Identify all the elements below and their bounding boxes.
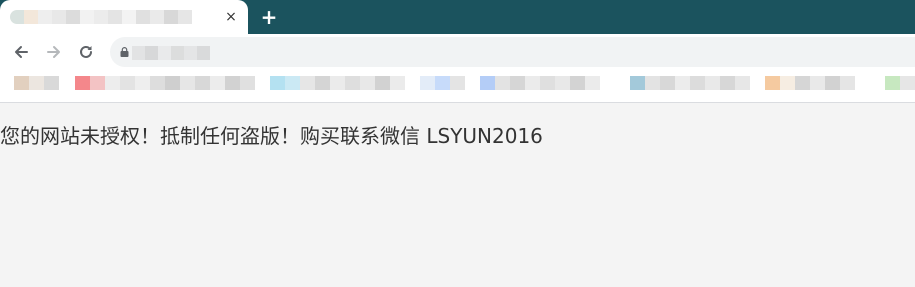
close-icon: × (225, 9, 237, 25)
bookmark-item[interactable] (270, 76, 405, 90)
bookmark-item[interactable] (75, 76, 255, 90)
url-redacted (132, 46, 210, 60)
reload-icon (80, 45, 92, 58)
browser-toolbar (0, 34, 915, 70)
unauthorized-message: 您的网站未授权！抵制任何盗版！购买联系微信 LSYUN2016 (0, 124, 543, 148)
address-bar[interactable] (110, 37, 915, 67)
tab-strip: × + (0, 0, 915, 34)
plus-icon: + (260, 5, 278, 29)
bookmark-item[interactable] (14, 76, 59, 90)
browser-window: × + 您的网站未授权！抵制任何盗版！购买联系微信 LSYUN2016 (0, 0, 915, 287)
lock-icon (120, 47, 129, 57)
reload-button[interactable] (74, 40, 98, 64)
forward-button[interactable] (42, 40, 66, 64)
bookmark-item[interactable] (885, 76, 915, 90)
bookmark-item[interactable] (480, 76, 600, 90)
back-button[interactable] (9, 40, 33, 64)
new-tab-button[interactable]: + (258, 5, 280, 29)
bookmark-item[interactable] (420, 76, 465, 90)
tab-close-button[interactable]: × (220, 6, 242, 28)
arrow-left-icon (15, 46, 28, 58)
active-tab[interactable]: × (0, 0, 248, 34)
bookmark-item[interactable] (765, 76, 855, 90)
page-content: 您的网站未授权！抵制任何盗版！购买联系微信 LSYUN2016 (0, 103, 915, 287)
tab-title-redacted (10, 10, 192, 24)
arrow-right-icon (47, 46, 60, 58)
bookmark-item[interactable] (630, 76, 750, 90)
bookmarks-bar (0, 70, 915, 103)
